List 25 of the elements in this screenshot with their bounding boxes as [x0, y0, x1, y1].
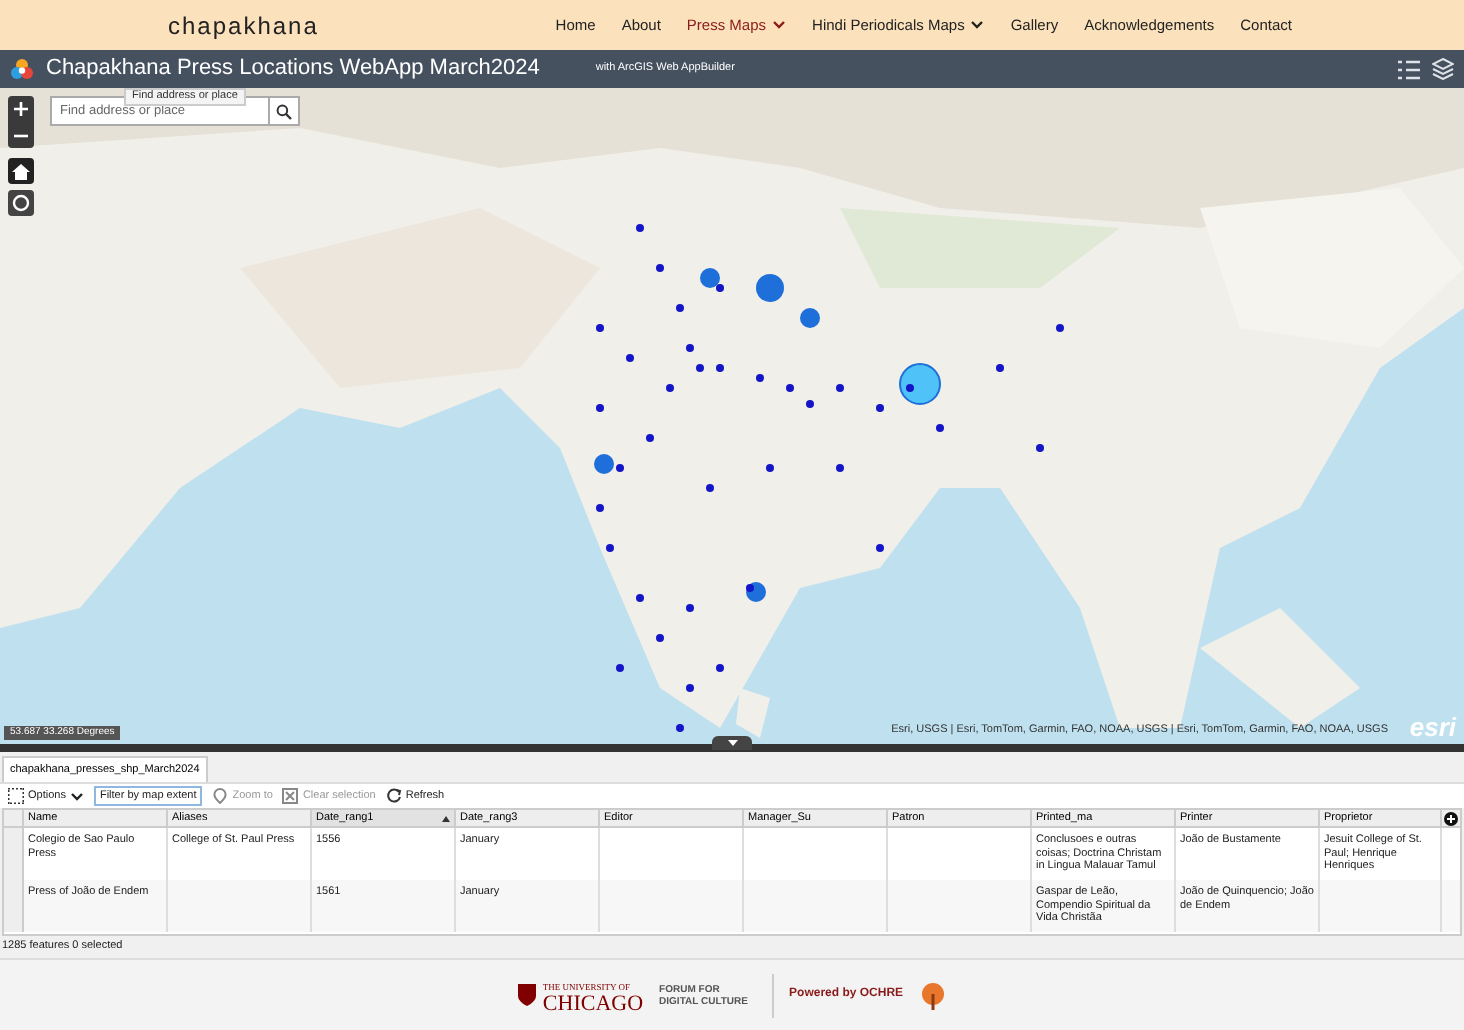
layers-icon[interactable]: [1432, 58, 1454, 80]
esri-logo: esri: [1409, 714, 1456, 742]
clear-icon: [282, 788, 299, 804]
pin-icon: [212, 788, 229, 804]
minus-icon: [14, 133, 28, 137]
app-logo-icon: [10, 57, 34, 81]
site-brand[interactable]: chapakhana: [168, 7, 319, 43]
plus-icon: [14, 102, 28, 116]
circle-icon: [12, 194, 30, 212]
locate-button[interactable]: [8, 190, 34, 216]
search-icon[interactable]: [276, 103, 292, 119]
sort-icon: [442, 815, 450, 821]
shield-icon: [518, 984, 537, 1006]
collapse-handle[interactable]: [712, 736, 752, 750]
zoom-in-button[interactable]: [8, 96, 34, 122]
tree-icon: [919, 981, 946, 1009]
chevron-down-icon: [69, 791, 84, 801]
list-icon[interactable]: [1398, 59, 1420, 79]
home-icon: [12, 163, 30, 179]
grid-icon: [8, 788, 24, 804]
home-button[interactable]: [8, 158, 34, 184]
column-picker-icon[interactable]: [1444, 811, 1458, 825]
app-title: Chapakhana Press Locations WebApp March2024: [46, 54, 540, 85]
university-name: CHICAGO: [542, 995, 644, 1011]
refresh-icon: [385, 788, 402, 804]
